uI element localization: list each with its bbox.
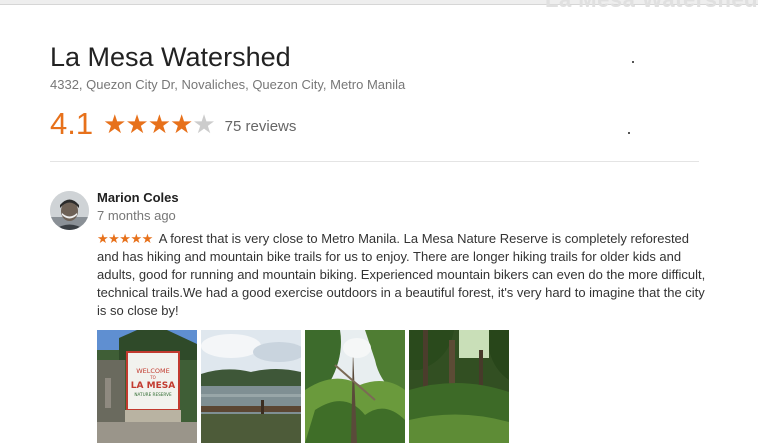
review-text: A forest that is very close to Metro Man… (97, 231, 706, 318)
review-body: ★★★★★ A forest that is very close to Met… (97, 230, 707, 320)
review-photo-lake[interactable] (201, 330, 301, 443)
review-date: 7 months ago (97, 208, 176, 223)
star-filled-icon: ★ (103, 109, 126, 139)
avatar[interactable] (50, 191, 89, 230)
review-count-link[interactable]: 75 reviews (225, 118, 297, 135)
review-rating-stars: ★★★★★ (97, 231, 153, 246)
sign-text: TO (149, 375, 156, 380)
place-title: La Mesa Watershed (50, 42, 291, 72)
divider (50, 161, 699, 162)
place-address: 4332, Quezon City Dr, Novaliches, Quezon… (50, 77, 406, 92)
rating-value: 4.1 (50, 106, 94, 141)
review-photo-forest-canopy[interactable] (305, 330, 405, 443)
rating-summary: 4.1 ★★★★★ 75 reviews (50, 106, 296, 142)
stray-dot (628, 132, 630, 134)
sign-text: NATURE RESERVE (134, 392, 172, 397)
rating-stars: ★★★★★ (103, 109, 216, 139)
review-photos: WELCOME TO LA MESA NATURE RESERVE (97, 330, 509, 443)
stray-dot (632, 61, 634, 63)
page: La Mesa Watershed La Mesa Watershed 4332… (0, 0, 758, 443)
star-filled-icon: ★ (147, 109, 171, 139)
sign-text: WELCOME (136, 367, 170, 375)
star-empty-icon: ★ (192, 109, 215, 139)
review-photo-forest-trees[interactable] (409, 330, 509, 443)
star-filled-icon: ★ (170, 109, 193, 139)
star-filled-icon: ★ (125, 109, 148, 139)
faded-header-text: La Mesa Watershed (545, 0, 758, 13)
review-photo-welcome-sign[interactable]: WELCOME TO LA MESA NATURE RESERVE (97, 330, 197, 443)
review-author[interactable]: Marion Coles (97, 190, 179, 205)
sign-text: LA MESA (131, 381, 175, 391)
